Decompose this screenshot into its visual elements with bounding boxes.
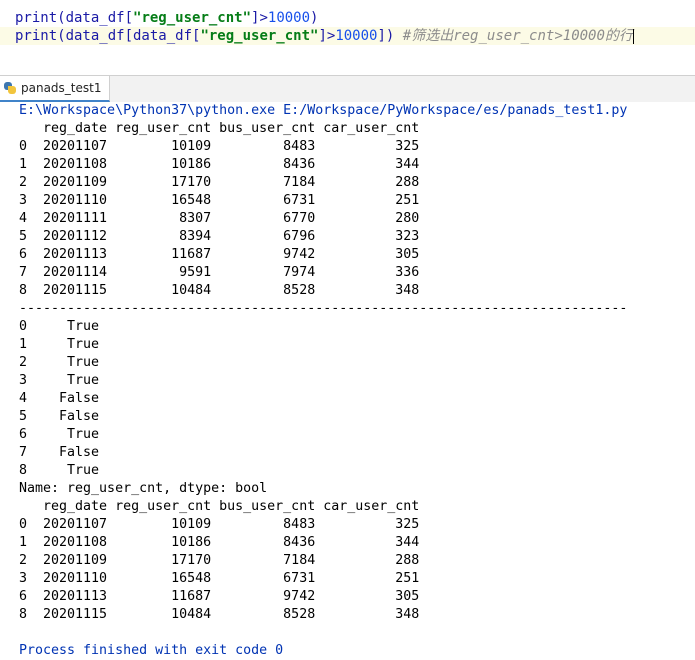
console-output-line: 3 True — [19, 373, 100, 388]
console-output-line: 0 20201107 10109 8483 325 — [19, 517, 420, 532]
console-output-line: 7 False — [19, 445, 100, 460]
code-line-1[interactable]: print(data_df["reg_user_cnt"]>10000) — [15, 9, 318, 27]
console-output-line: reg_date reg_user_cnt bus_user_cnt car_u… — [19, 121, 420, 136]
console-output-line: 8 20201115 10484 8528 348 — [19, 283, 420, 298]
code-token: ]> — [318, 28, 336, 44]
console-output-line: 0 20201107 10109 8483 325 — [19, 139, 420, 154]
console-output-line: 2 20201109 17170 7184 288 — [19, 175, 420, 190]
code-token: print(data_df[data_df[ — [15, 28, 201, 44]
code-string: "reg_user_cnt" — [200, 28, 319, 44]
run-tab-label: panads_test1 — [21, 81, 102, 95]
console-output-line: 2 20201109 17170 7184 288 — [19, 553, 420, 568]
console-output-line: 5 False — [19, 409, 100, 424]
run-tool-window-header: panads_test1 — [0, 75, 695, 103]
code-token: print(data_df[ — [15, 10, 134, 26]
code-editor[interactable]: print(data_df["reg_user_cnt"]>10000) pri… — [0, 0, 695, 50]
console-output-line: 2 True — [19, 355, 100, 370]
run-console[interactable]: E:\Workspace\Python37\python.exe E:/Work… — [0, 102, 695, 659]
code-token: ]) — [377, 28, 403, 44]
code-token: ]> — [251, 10, 268, 26]
console-exit-message: Process finished with exit code 0 — [19, 643, 284, 658]
console-output-line: 4 False — [19, 391, 100, 406]
console-output-line: ----------------------------------------… — [19, 301, 628, 316]
text-caret — [632, 28, 634, 44]
code-number: 10000 — [335, 28, 378, 44]
code-comment: #筛选出reg_user_cnt>10000的行 — [402, 28, 633, 44]
code-token: ) — [310, 10, 319, 26]
console-output-line: reg_date reg_user_cnt bus_user_cnt car_u… — [19, 499, 420, 514]
console-output-line: 5 20201112 8394 6796 323 — [19, 229, 420, 244]
console-output-line: 6 20201113 11687 9742 305 — [19, 247, 420, 262]
console-output-line: 6 True — [19, 427, 100, 442]
code-number: 10000 — [267, 10, 311, 26]
code-string: "reg_user_cnt" — [133, 10, 252, 26]
console-output-line: 7 20201114 9591 7974 336 — [19, 265, 420, 280]
console-command-line: E:\Workspace\Python37\python.exe E:/Work… — [19, 103, 628, 118]
run-tab[interactable]: panads_test1 — [0, 76, 111, 102]
console-output-line: 0 True — [19, 319, 100, 334]
python-icon — [4, 82, 16, 94]
console-output-line: 4 20201111 8307 6770 280 — [19, 211, 420, 226]
console-output-line: 1 True — [19, 337, 100, 352]
console-output-line: 8 20201115 10484 8528 348 — [19, 607, 420, 622]
console-output-line: 1 20201108 10186 8436 344 — [19, 535, 420, 550]
code-line-2[interactable]: print(data_df[data_df["reg_user_cnt"]>10… — [0, 27, 695, 45]
console-output-line: 1 20201108 10186 8436 344 — [19, 157, 420, 172]
console-output-line: 3 20201110 16548 6731 251 — [19, 193, 420, 208]
console-output-line: 6 20201113 11687 9742 305 — [19, 589, 420, 604]
console-output-line: Name: reg_user_cnt, dtype: bool — [19, 481, 268, 496]
console-output-line: 8 True — [19, 463, 100, 478]
console-output-line: 3 20201110 16548 6731 251 — [19, 571, 420, 586]
